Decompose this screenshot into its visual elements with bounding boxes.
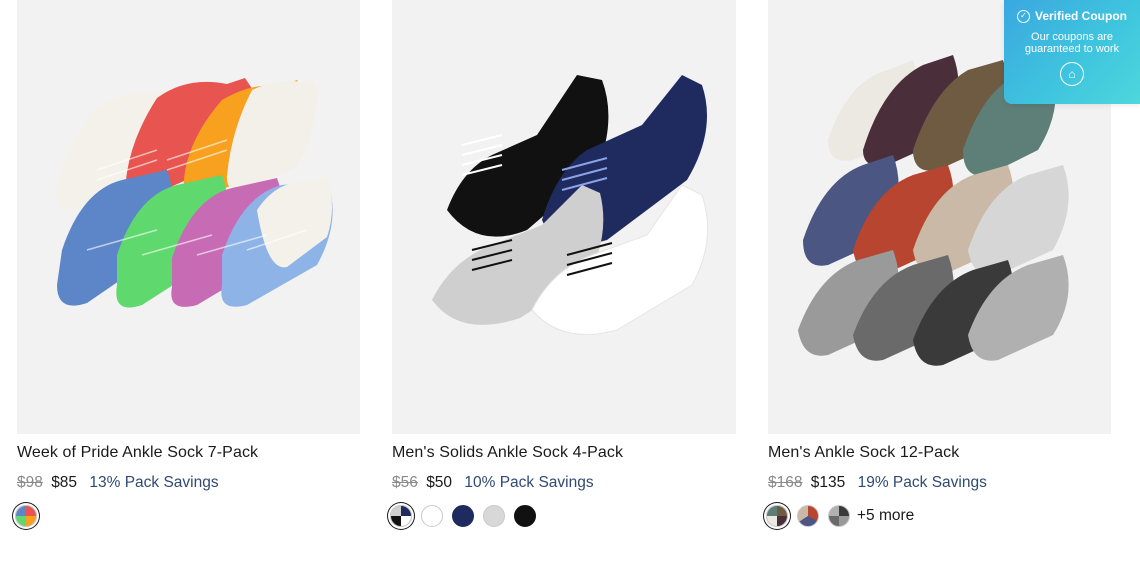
sock-illustration <box>432 75 709 335</box>
color-swatch-mixed-earth[interactable] <box>766 505 788 527</box>
original-price: $98 <box>17 474 43 491</box>
price-row: $168 $135 19% Pack Savings <box>768 474 987 492</box>
pack-savings: 19% Pack Savings <box>857 474 987 491</box>
color-swatch-white[interactable] <box>421 505 443 527</box>
product-title[interactable]: Week of Pride Ankle Sock 7-Pack <box>17 444 258 462</box>
coupon-subtitle: Our coupons are guaranteed to work <box>1024 31 1120 55</box>
product-image[interactable] <box>17 0 360 434</box>
coupon-title: Verified Coupon <box>1034 9 1127 23</box>
coupon-logo-icon: ⌂ <box>1060 62 1084 86</box>
check-circle-icon: ✓ <box>1016 9 1030 23</box>
color-swatch-rainbow[interactable] <box>15 505 37 527</box>
product-card[interactable]: Men's Solids Ankle Sock 4-Pack $56 $50 1… <box>390 0 736 527</box>
color-swatch-navy[interactable] <box>452 505 474 527</box>
pack-savings: 13% Pack Savings <box>89 474 219 491</box>
coupon-header: ✓ Verified Coupon <box>1004 9 1140 23</box>
color-swatches <box>390 505 545 527</box>
product-image[interactable] <box>392 0 736 434</box>
original-price: $168 <box>768 474 803 491</box>
color-swatch-mixed-warm[interactable] <box>797 505 819 527</box>
sock-illustration <box>55 78 333 308</box>
product-card[interactable]: Week of Pride Ankle Sock 7-Pack $98 $85 … <box>15 0 360 527</box>
sale-price: $50 <box>426 474 453 491</box>
more-colors-link[interactable]: +5 more <box>857 507 914 525</box>
price-row: $98 $85 13% Pack Savings <box>17 474 219 492</box>
product-title[interactable]: Men's Solids Ankle Sock 4-Pack <box>392 444 623 462</box>
color-swatches <box>15 505 46 527</box>
pack-savings: 10% Pack Savings <box>464 474 594 491</box>
verified-coupon-badge[interactable]: ✓ Verified Coupon Our coupons are guaran… <box>1004 0 1140 104</box>
sale-price: $85 <box>51 474 78 491</box>
price-row: $56 $50 10% Pack Savings <box>392 474 594 492</box>
sale-price: $135 <box>810 474 846 491</box>
original-price: $56 <box>392 474 418 491</box>
color-swatch-black[interactable] <box>514 505 536 527</box>
color-swatches: +5 more <box>766 505 914 527</box>
color-swatch-mixed-grey[interactable] <box>828 505 850 527</box>
color-swatch-mixed[interactable] <box>390 505 412 527</box>
color-swatch-grey[interactable] <box>483 505 505 527</box>
product-title[interactable]: Men's Ankle Sock 12-Pack <box>768 444 959 462</box>
